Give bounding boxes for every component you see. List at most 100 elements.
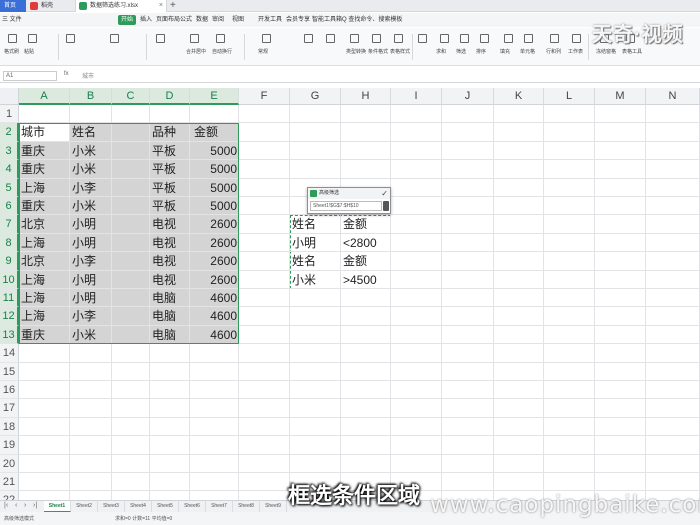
sheet-tab-6[interactable]: Sheet6 — [179, 501, 206, 512]
toolbar-item-18[interactable]: 单元格 — [520, 28, 540, 64]
header-name[interactable]: 姓名 — [72, 123, 96, 141]
toolbar-item-20[interactable]: 工作表 — [568, 28, 588, 64]
row-header-22[interactable]: 22 — [0, 491, 19, 500]
name-box[interactable]: A1 — [3, 71, 57, 81]
cell-city[interactable]: 重庆 — [21, 160, 45, 178]
row-header-12[interactable]: 12 — [0, 307, 19, 326]
tab-file[interactable]: 数据筛选练习.xlsx × — [75, 0, 167, 12]
column-header-F[interactable]: F — [239, 88, 290, 105]
cell-name[interactable]: 小米 — [72, 326, 96, 344]
sheet-tab-8[interactable]: Sheet8 — [233, 501, 260, 512]
menu-item-10[interactable]: 开发工具 — [258, 15, 282, 25]
column-header-E[interactable]: E — [190, 88, 239, 105]
row-header-10[interactable]: 10 — [0, 270, 19, 289]
next-sheet-icon[interactable]: › — [24, 502, 26, 509]
select-all-corner[interactable] — [0, 88, 19, 105]
toolbar-item-6[interactable]: 自动换行 — [212, 28, 232, 64]
column-header-B[interactable]: B — [70, 88, 112, 105]
add-tab-icon[interactable]: + — [170, 0, 176, 11]
cell-product[interactable]: 平板 — [152, 179, 176, 197]
row-header-13[interactable]: 13 — [0, 325, 19, 345]
cell-product[interactable]: 电脑 — [152, 307, 176, 325]
toolbar-item-10[interactable]: 类型转换 — [346, 28, 366, 64]
cell-product[interactable]: 电视 — [152, 215, 176, 233]
toolbar-item-1[interactable]: 粘贴 — [24, 28, 44, 64]
row-header-6[interactable]: 6 — [0, 197, 19, 216]
menu-item-6[interactable]: 公式 — [180, 15, 192, 25]
cell-amount[interactable]: 2600 — [190, 234, 237, 252]
menu-item-7[interactable]: 数据 — [196, 15, 208, 25]
toolbar-item-16[interactable]: 排序 — [476, 28, 496, 64]
cell-amount[interactable]: 2600 — [190, 252, 237, 270]
row-header-19[interactable]: 19 — [0, 436, 19, 455]
menu-item-5[interactable]: 页面布局 — [156, 15, 180, 25]
header-amount[interactable]: 金额 — [194, 123, 218, 141]
sheet-tab-7[interactable]: Sheet7 — [206, 501, 233, 512]
toolbar-item-3[interactable] — [106, 28, 126, 64]
row-header-4[interactable]: 4 — [0, 160, 19, 179]
formula-input[interactable]: 城市 — [82, 71, 94, 80]
row-header-20[interactable]: 20 — [0, 454, 19, 473]
column-header-H[interactable]: H — [341, 88, 391, 105]
close-icon[interactable]: ✓ — [381, 188, 388, 199]
cell-name[interactable]: 小米 — [72, 160, 96, 178]
cell-city[interactable]: 上海 — [21, 307, 45, 325]
last-sheet-icon[interactable]: ›| — [33, 502, 37, 509]
cell-product[interactable]: 电脑 — [152, 289, 176, 307]
toolbar-item-17[interactable]: 填充 — [500, 28, 520, 64]
criteria-cell[interactable]: 姓名 — [292, 215, 316, 233]
criteria-cell[interactable]: <2800 — [343, 234, 377, 252]
sheet-tab-1[interactable]: Sheet1 — [44, 501, 71, 512]
cell-name[interactable]: 小明 — [72, 215, 96, 233]
toolbar-item-11[interactable]: 条件格式 — [368, 28, 388, 64]
cell-city[interactable]: 重庆 — [21, 197, 45, 215]
cell-name[interactable]: 小明 — [72, 234, 96, 252]
cell-amount[interactable]: 5000 — [190, 142, 237, 160]
cell-city[interactable]: 上海 — [21, 271, 45, 289]
menu-item-3[interactable]: 开始 — [118, 15, 137, 25]
column-header-L[interactable]: L — [544, 88, 595, 105]
cell-name[interactable]: 小米 — [72, 142, 96, 160]
column-header-N[interactable]: N — [646, 88, 700, 105]
toolbar-item-14[interactable]: 求和 — [436, 28, 456, 64]
cell-amount[interactable]: 5000 — [190, 197, 237, 215]
cell-city[interactable]: 北京 — [21, 215, 45, 233]
cell-amount[interactable]: 5000 — [190, 160, 237, 178]
row-header-11[interactable]: 11 — [0, 289, 19, 308]
first-sheet-icon[interactable]: |‹ — [4, 502, 8, 509]
column-header-G[interactable]: G — [290, 88, 341, 105]
menu-item-4[interactable]: 插入 — [140, 15, 152, 25]
column-header-C[interactable]: C — [112, 88, 150, 105]
cell-amount[interactable]: 2600 — [190, 215, 237, 233]
menu-item-8[interactable]: 审阅 — [212, 15, 224, 25]
cell-amount[interactable]: 5000 — [190, 179, 237, 197]
sheet-tab-5[interactable]: Sheet5 — [152, 501, 179, 512]
toolbar-item-0[interactable]: 格式刷 — [4, 28, 24, 64]
cell-amount[interactable]: 4600 — [190, 289, 237, 307]
spreadsheet-grid[interactable]: A B C D E F G H I J K L M N 1 2 3 4 5 6 7 8 9 10 11 12 13 14 15 16 17 1… — [0, 88, 700, 500]
row-header-1[interactable]: 1 — [0, 105, 19, 124]
cell-product[interactable]: 电视 — [152, 271, 176, 289]
header-city[interactable]: 城市 — [21, 123, 45, 141]
criteria-cell[interactable]: 金额 — [343, 252, 367, 270]
menu-item-13[interactable]: Q 查找命令、搜索模板 — [342, 15, 402, 25]
toolbar-item-8[interactable] — [300, 28, 320, 64]
toolbar-item-19[interactable]: 行和列 — [546, 28, 566, 64]
row-header-15[interactable]: 15 — [0, 362, 19, 381]
row-header-2[interactable]: 2 — [0, 123, 19, 142]
criteria-cell[interactable]: 金额 — [343, 215, 367, 233]
cell-city[interactable]: 重庆 — [21, 326, 45, 344]
cell-product[interactable]: 电视 — [152, 234, 176, 252]
row-header-18[interactable]: 18 — [0, 417, 19, 437]
row-header-9[interactable]: 9 — [0, 252, 19, 271]
cell-amount[interactable]: 4600 — [190, 326, 237, 344]
column-header-A[interactable]: A — [19, 88, 70, 105]
header-product[interactable]: 品种 — [152, 123, 176, 141]
column-header-D[interactable]: D — [150, 88, 190, 105]
sheet-tab-3[interactable]: Sheet3 — [98, 501, 125, 512]
toolbar-item-15[interactable]: 筛选 — [456, 28, 476, 64]
criteria-range-input[interactable]: Sheet1!$G$7:$H$10 — [310, 200, 382, 211]
cell-name[interactable]: 小李 — [72, 179, 96, 197]
cell-amount[interactable]: 4600 — [190, 307, 237, 325]
menu-item-0[interactable]: 三 文件 — [2, 15, 22, 25]
